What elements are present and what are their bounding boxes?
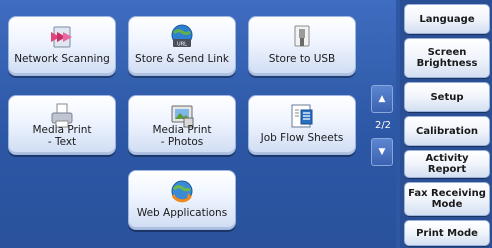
network-scanning-icon bbox=[48, 23, 76, 51]
tile-label: Web Applications bbox=[136, 207, 228, 219]
sidebar: Language Screen Brightness Setup Calibra… bbox=[400, 0, 492, 248]
scroll-down-button[interactable]: ▼ bbox=[371, 138, 393, 166]
network-scanning-button[interactable]: Network Scanning bbox=[8, 16, 116, 76]
tile-label: Store & Send Link bbox=[135, 53, 229, 65]
store-to-usb-button[interactable]: Store to USB bbox=[248, 16, 356, 76]
print-mode-button[interactable]: Print Mode bbox=[404, 220, 490, 246]
activity-report-button[interactable]: Activity Report bbox=[404, 150, 490, 178]
calibration-button[interactable]: Calibration bbox=[404, 116, 490, 146]
services-panel: Network Scanning URL Store & Send Link S… bbox=[0, 0, 396, 248]
setup-button[interactable]: Setup bbox=[404, 82, 490, 112]
web-applications-icon bbox=[168, 177, 196, 205]
chevron-up-icon: ▲ bbox=[378, 94, 386, 104]
tile-label: Network Scanning bbox=[14, 53, 110, 65]
media-print-text-button[interactable]: Media Print - Text bbox=[8, 95, 116, 155]
media-print-photos-button[interactable]: Media Print - Photos bbox=[128, 95, 236, 155]
job-flow-sheets-button[interactable]: Job Flow Sheets bbox=[248, 95, 356, 155]
page-indicator: 2/2 bbox=[374, 120, 392, 131]
tile-label: Media Print - Photos bbox=[152, 124, 212, 148]
store-send-link-button[interactable]: URL Store & Send Link bbox=[128, 16, 236, 76]
tile-label: Media Print - Text bbox=[32, 124, 92, 148]
chevron-down-icon: ▼ bbox=[378, 147, 386, 157]
tile-label: Store to USB bbox=[268, 53, 336, 65]
svg-text:URL: URL bbox=[177, 42, 187, 48]
store-send-link-icon: URL bbox=[168, 23, 196, 51]
job-flow-sheets-icon bbox=[288, 102, 316, 130]
screen-brightness-button[interactable]: Screen Brightness bbox=[404, 38, 490, 78]
fax-receiving-mode-button[interactable]: Fax Receiving Mode bbox=[404, 182, 490, 216]
scroll-up-button[interactable]: ▲ bbox=[371, 85, 393, 113]
store-to-usb-icon bbox=[288, 23, 316, 51]
web-applications-button[interactable]: Web Applications bbox=[128, 170, 236, 230]
language-button[interactable]: Language bbox=[404, 4, 490, 34]
tile-label: Job Flow Sheets bbox=[260, 132, 344, 144]
